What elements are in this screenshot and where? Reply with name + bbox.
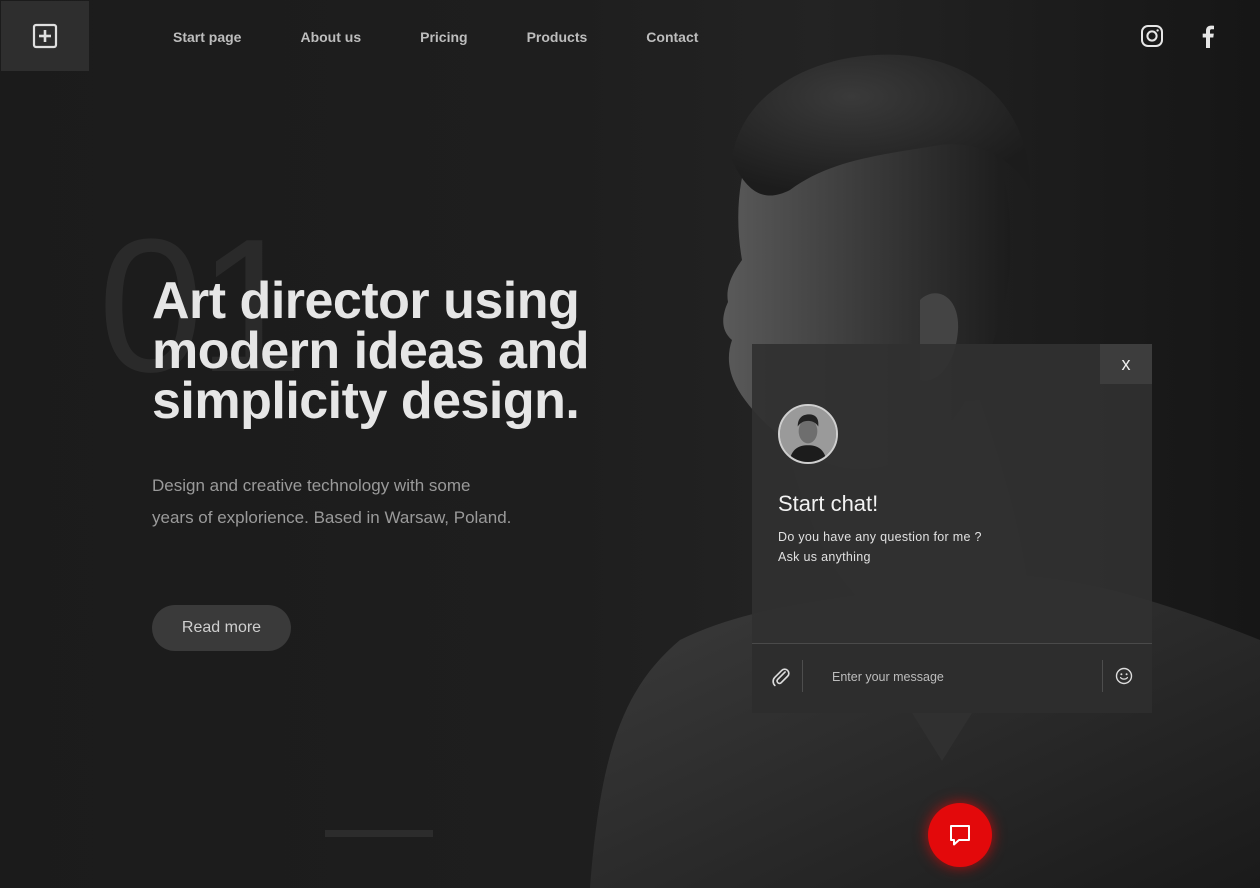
chat-subtitle-line: Ask us anything — [778, 550, 871, 564]
chat-title: Start chat! — [778, 491, 879, 516]
nav-item-contact[interactable]: Contact — [646, 28, 698, 46]
paperclip-icon[interactable] — [770, 666, 792, 688]
nav-item-start-page[interactable]: Start page — [173, 28, 241, 46]
main-nav: Start page About us Pricing Products Con… — [173, 28, 757, 46]
instagram-icon[interactable] — [1140, 24, 1164, 48]
nav-item-about-us[interactable]: About us — [300, 28, 361, 46]
chat-pointer — [912, 713, 972, 761]
divider — [1102, 660, 1103, 692]
chat-input-bar — [752, 643, 1152, 713]
open-chat-button[interactable] — [928, 803, 992, 867]
chat-widget: x Start chat! Do you have any question f… — [752, 344, 1152, 713]
avatar — [778, 404, 838, 464]
logo-button[interactable] — [1, 1, 89, 71]
slide-indicator[interactable] — [325, 830, 433, 837]
chat-subtitle-line: Do you have any question for me ? — [778, 530, 982, 544]
chat-subtitle: Do you have any question for me ? Ask us… — [778, 527, 982, 567]
headline-line: simplicity design. — [152, 372, 580, 430]
divider — [802, 660, 803, 692]
headline-line: Art director using — [152, 272, 580, 330]
nav-item-products[interactable]: Products — [527, 28, 588, 46]
person-avatar-icon — [780, 406, 836, 462]
chat-close-button[interactable]: x — [1100, 344, 1152, 384]
hero-description: Design and creative technology with some… — [152, 476, 512, 527]
chat-bubble-icon — [950, 825, 970, 846]
message-input[interactable] — [832, 664, 1092, 690]
hero-headline: Art director using modern ideas and simp… — [152, 272, 672, 430]
plus-square-icon — [32, 23, 58, 49]
nav-item-pricing[interactable]: Pricing — [420, 28, 467, 46]
emoji-icon[interactable] — [1114, 666, 1134, 686]
headline-line: modern ideas and — [152, 322, 590, 380]
read-more-button[interactable]: Read more — [152, 605, 291, 651]
social-links — [1140, 24, 1220, 48]
facebook-icon[interactable] — [1196, 24, 1220, 48]
